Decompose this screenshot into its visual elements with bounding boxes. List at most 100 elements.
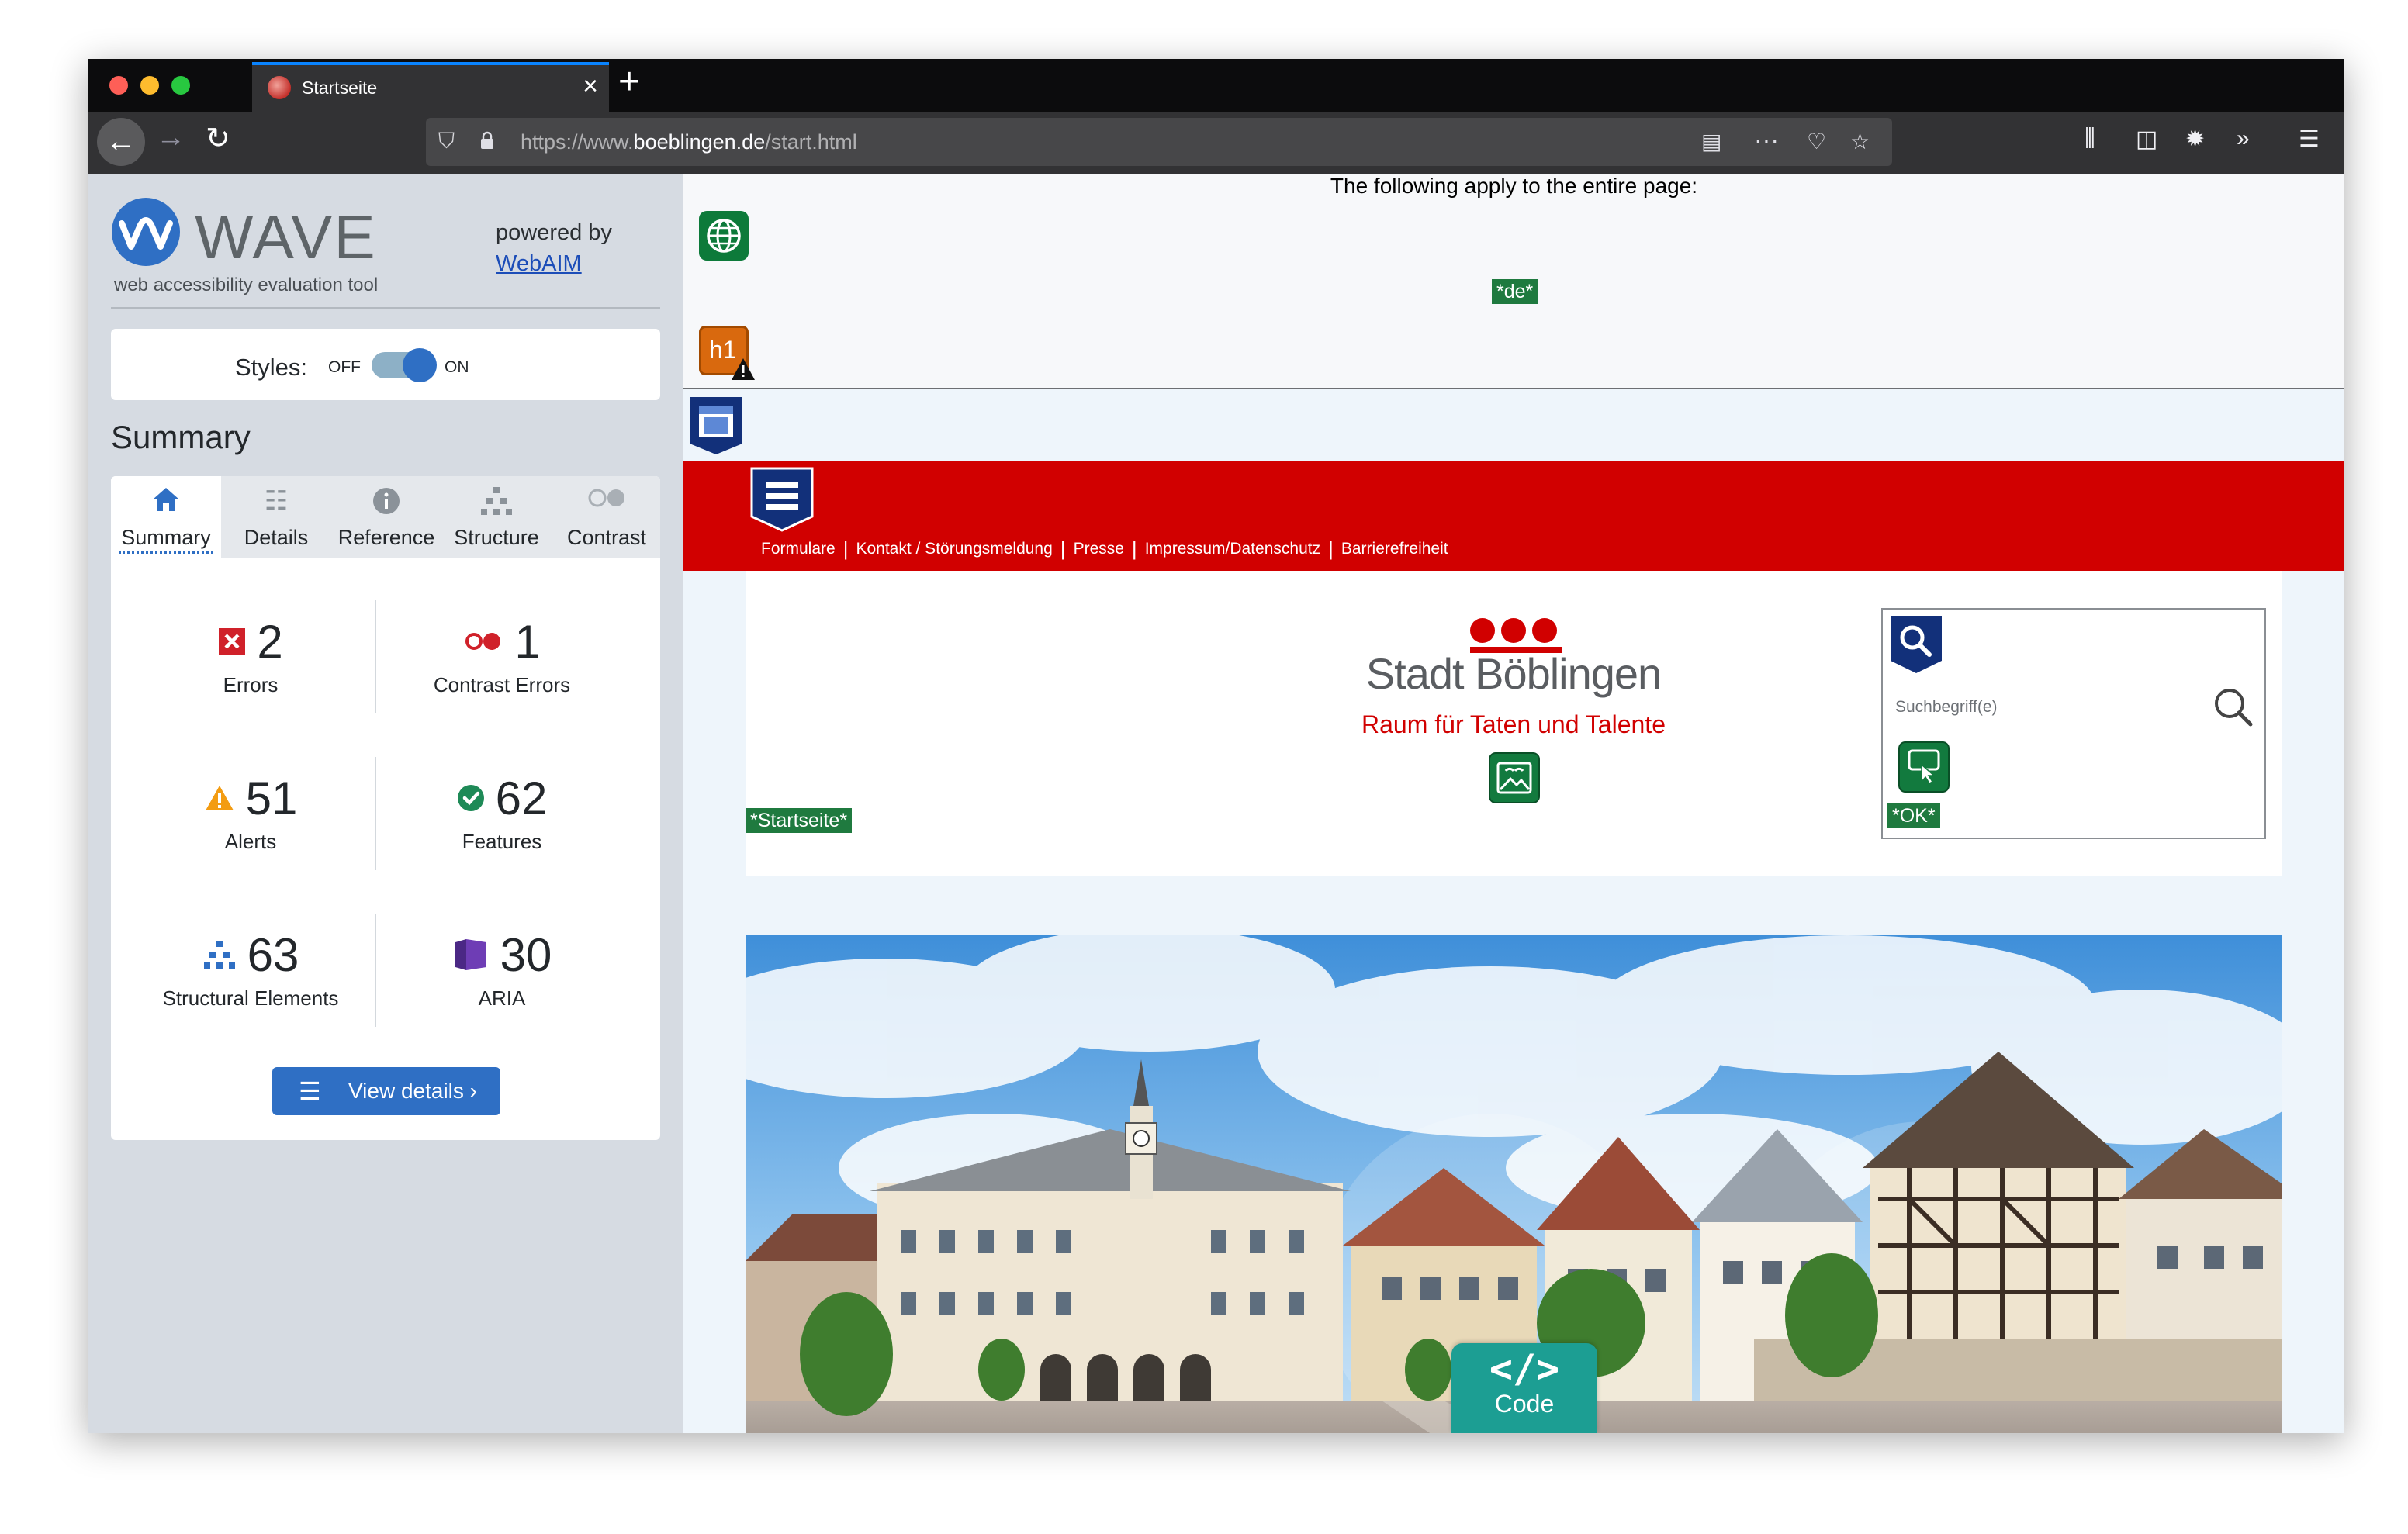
- tab-bar: Startseite × +: [88, 59, 2344, 112]
- page-actions-icon[interactable]: ···: [1754, 126, 1779, 154]
- tab-summary[interactable]: Summary: [111, 476, 221, 558]
- search-region: Suchbegriff(e) *OK*: [1881, 608, 2266, 839]
- tracking-shield-icon[interactable]: ⛉: [438, 129, 455, 154]
- sidebar-divider: [111, 307, 660, 309]
- code-toggle-button[interactable]: </> Code: [1451, 1343, 1597, 1433]
- aria-icon: [455, 939, 486, 970]
- browser-window: Startseite × + ← → ↻ ⛉ https://www.boebl…: [88, 59, 2344, 1433]
- nav-link-presse[interactable]: Presse: [1074, 540, 1124, 558]
- styles-toggle-switch[interactable]: [372, 348, 437, 382]
- code-label: Code: [1494, 1390, 1555, 1418]
- navigation-region-icon[interactable]: [749, 465, 815, 534]
- powered-by-text: powered by: [496, 220, 612, 245]
- info-icon: [331, 485, 441, 517]
- stat-alerts[interactable]: 51 Alerts: [126, 771, 375, 854]
- ok-button-tag: *OK*: [1887, 803, 1940, 828]
- back-button[interactable]: ←: [97, 118, 145, 166]
- features-label: Features: [462, 830, 542, 853]
- forward-button[interactable]: →: [156, 121, 185, 154]
- tab-label: Details: [244, 526, 309, 549]
- url-bar[interactable]: ⛉ https://www.boeblingen.de/start.html ▤…: [426, 118, 1892, 166]
- tab-title: Startseite: [302, 78, 378, 98]
- h1-heading-icon[interactable]: h1: [699, 326, 755, 380]
- list-icon: ☰: [299, 1077, 321, 1105]
- stat-features[interactable]: 62 Features: [378, 771, 626, 854]
- stat-divider: [375, 757, 376, 870]
- feature-check-icon: [457, 785, 484, 811]
- nav-separator: |: [1328, 537, 1334, 560]
- styles-on-label: ON: [445, 358, 469, 376]
- reader-view-icon[interactable]: ▤: [1701, 129, 1721, 154]
- styles-label: Styles:: [235, 354, 308, 381]
- close-window-button[interactable]: [109, 76, 128, 95]
- hierarchy-icon: [441, 485, 552, 517]
- startseite-tag: *Startseite*: [746, 808, 853, 833]
- tab-structure[interactable]: Structure: [441, 476, 552, 558]
- webaim-link[interactable]: WebAIM: [496, 251, 582, 277]
- new-tab-button[interactable]: +: [618, 60, 640, 103]
- pocket-icon[interactable]: ♡: [1807, 129, 1826, 154]
- document-note: The following apply to the entire page:: [1330, 174, 1698, 198]
- extension-gear-icon[interactable]: ✹: [2185, 126, 2205, 153]
- linked-image-icon[interactable]: [1489, 752, 1540, 803]
- minimize-window-button[interactable]: [140, 76, 159, 95]
- url-text[interactable]: https://www.boeblingen.de/start.html: [521, 130, 857, 154]
- city-logo-dots-icon[interactable]: [1467, 617, 1560, 644]
- summary-panel: Summary ☷ Details Reference Structure Co…: [111, 476, 660, 1140]
- view-details-label: View details ›: [348, 1079, 478, 1103]
- search-input[interactable]: Suchbegriff(e): [1895, 698, 1998, 717]
- nav-link-kontakt[interactable]: Kontakt / Störungsmeldung: [856, 540, 1052, 558]
- contrast-errors-label: Contrast Errors: [433, 673, 571, 696]
- structural-label: Structural Elements: [162, 986, 339, 1010]
- stat-structural[interactable]: 63 Structural Elements: [126, 928, 375, 1011]
- reload-button[interactable]: ↻: [206, 121, 230, 156]
- search-icon[interactable]: [2212, 686, 2255, 729]
- site-header-bar: Formulare | Kontakt / Störungsmeldung | …: [683, 461, 2344, 571]
- tab-reference[interactable]: Reference: [331, 476, 441, 558]
- header-region-icon[interactable]: [688, 396, 744, 456]
- contrast-errors-count: 1: [514, 615, 541, 668]
- nav-link-formulare[interactable]: Formulare: [761, 540, 836, 558]
- summary-heading: Summary: [111, 419, 251, 455]
- page-header-content: Stadt Böblingen Raum für Taten und Talen…: [746, 571, 2282, 876]
- browser-tab[interactable]: Startseite ×: [252, 62, 609, 112]
- maximize-window-button[interactable]: [171, 76, 190, 95]
- stat-errors[interactable]: 2 Errors: [126, 614, 375, 697]
- tab-details[interactable]: ☷ Details: [221, 476, 331, 558]
- styles-off-label: OFF: [328, 358, 361, 376]
- alert-warning-icon: [732, 358, 755, 380]
- overflow-menu-icon[interactable]: »: [2237, 126, 2250, 152]
- form-button-icon[interactable]: [1898, 741, 1950, 793]
- contrast-icon: [552, 485, 660, 517]
- bookmark-star-icon[interactable]: ☆: [1850, 129, 1870, 154]
- tab-contrast[interactable]: Contrast: [552, 476, 660, 558]
- error-icon: [219, 628, 246, 655]
- hamburger-menu-icon[interactable]: ☰: [2299, 126, 2320, 153]
- close-tab-icon[interactable]: ×: [583, 71, 598, 102]
- alert-icon: [205, 786, 234, 810]
- nav-link-barrierefreiheit[interactable]: Barrierefreiheit: [1341, 540, 1448, 558]
- structural-count: 63: [247, 928, 299, 981]
- view-details-button[interactable]: ☰ View details ›: [272, 1067, 500, 1115]
- language-icon[interactable]: [699, 211, 749, 261]
- code-icon: </>: [1489, 1346, 1560, 1391]
- nav-separator: |: [1060, 537, 1066, 560]
- features-count: 62: [495, 772, 548, 824]
- home-icon: [111, 485, 221, 517]
- library-icon[interactable]: ⫼: [2085, 126, 2095, 152]
- wave-subtitle: web accessibility evaluation tool: [114, 275, 379, 295]
- tab-label: Contrast: [566, 526, 647, 549]
- stat-contrast-errors[interactable]: 1 Contrast Errors: [378, 614, 626, 697]
- aria-label: ARIA: [478, 986, 526, 1010]
- wave-tabs: Summary ☷ Details Reference Structure Co…: [111, 476, 660, 558]
- wave-logo-icon: [112, 198, 180, 266]
- sidebar-toggle-icon[interactable]: ◫: [2136, 126, 2157, 153]
- favicon-icon: [268, 76, 291, 99]
- wave-sidebar: WAVE web accessibility evaluation tool p…: [88, 174, 683, 1433]
- lock-icon[interactable]: [480, 131, 494, 150]
- search-region-icon[interactable]: [1889, 614, 1943, 675]
- toggle-knob[interactable]: [403, 348, 437, 382]
- wave-title: WAVE: [195, 202, 377, 271]
- nav-link-impressum[interactable]: Impressum/Datenschutz: [1145, 540, 1320, 558]
- stat-aria[interactable]: 30 ARIA: [378, 928, 626, 1011]
